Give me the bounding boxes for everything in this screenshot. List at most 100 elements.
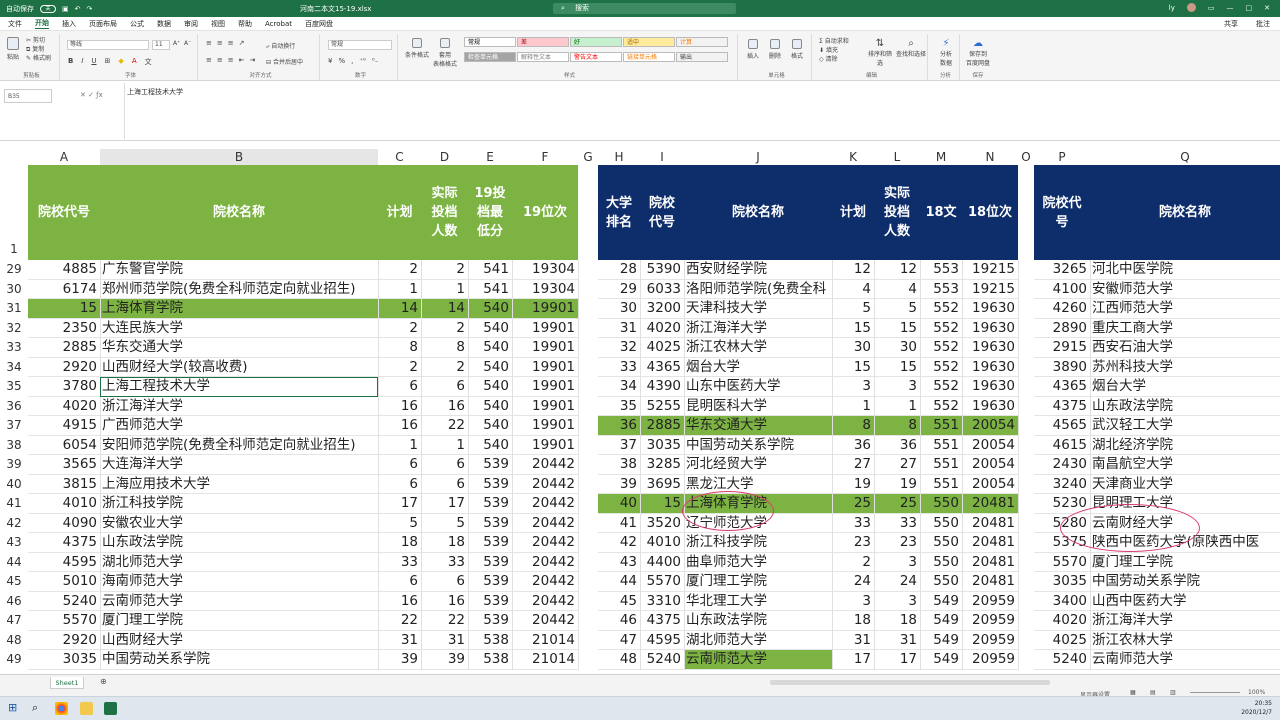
- mid-cell-n[interactable]: 19215: [962, 260, 1018, 280]
- row-header-36[interactable]: 36: [0, 399, 28, 413]
- left-cell-f[interactable]: 19901: [512, 397, 578, 416]
- currency-icon[interactable]: ¥: [328, 57, 332, 65]
- left-cell-e[interactable]: 539: [468, 533, 512, 553]
- left-cell-c[interactable]: 6: [378, 572, 421, 592]
- mid-cell-j[interactable]: 厦门理工学院: [684, 572, 832, 592]
- left-cell-a[interactable]: 4375: [28, 533, 100, 553]
- mid-cell-m[interactable]: 553: [920, 280, 962, 299]
- align-middle-icon[interactable]: ≡: [217, 39, 223, 47]
- cell-style-8[interactable]: 链接单元格: [623, 52, 675, 62]
- right-cell-q[interactable]: 湖北经济学院: [1090, 436, 1280, 455]
- tab-view[interactable]: 视图: [211, 19, 225, 29]
- mid-cell-k[interactable]: 1: [832, 397, 874, 416]
- left-cell-f[interactable]: 20442: [512, 455, 578, 475]
- column-header-c[interactable]: C: [378, 149, 421, 165]
- mid-cell-n[interactable]: 20481: [962, 553, 1018, 572]
- underline-icon[interactable]: U: [91, 57, 96, 67]
- merge-center-button[interactable]: ⊟ 合并后居中: [266, 57, 303, 66]
- left-cell-c[interactable]: 31: [378, 631, 421, 650]
- left-cell-d[interactable]: 5: [421, 514, 468, 533]
- left-cell-b[interactable]: 湖北师范大学: [100, 553, 378, 572]
- mid-cell-n[interactable]: 19630: [962, 319, 1018, 338]
- row-header-32[interactable]: 32: [0, 321, 28, 335]
- right-cell-p[interactable]: 3035: [1034, 572, 1090, 592]
- mid-cell-l[interactable]: 4: [874, 280, 920, 299]
- cell-style-1[interactable]: 差: [517, 37, 569, 47]
- right-cell-p[interactable]: 4615: [1034, 436, 1090, 455]
- mid-cell-l[interactable]: 12: [874, 260, 920, 280]
- mid-cell-k[interactable]: 5: [832, 299, 874, 319]
- find-select-button[interactable]: ⌕ 查找和选择: [896, 38, 926, 58]
- conditional-format-button[interactable]: 条件格式: [404, 38, 430, 59]
- mid-cell-h[interactable]: 41: [598, 514, 640, 533]
- column-header-m[interactable]: M: [920, 149, 962, 165]
- right-cell-p[interactable]: 3890: [1034, 358, 1090, 377]
- mid-cell-h[interactable]: 40: [598, 494, 640, 514]
- left-cell-a[interactable]: 3565: [28, 455, 100, 475]
- tab-acrobat[interactable]: Acrobat: [265, 20, 292, 28]
- name-box[interactable]: B35: [4, 89, 52, 103]
- left-cell-c[interactable]: 6: [378, 455, 421, 475]
- left-cell-b[interactable]: 厦门理工学院: [100, 611, 378, 631]
- right-cell-q[interactable]: 厦门理工学院: [1090, 553, 1280, 572]
- column-header-l[interactable]: L: [874, 149, 920, 165]
- right-cell-p[interactable]: 2890: [1034, 319, 1090, 338]
- left-cell-f[interactable]: 19901: [512, 299, 578, 319]
- row-header-42[interactable]: 42: [0, 516, 28, 530]
- left-cell-d[interactable]: 17: [421, 494, 468, 514]
- mid-cell-k[interactable]: 8: [832, 416, 874, 436]
- left-cell-e[interactable]: 539: [468, 455, 512, 475]
- left-cell-f[interactable]: 21014: [512, 650, 578, 670]
- left-cell-f[interactable]: 20442: [512, 475, 578, 494]
- avatar[interactable]: [1186, 3, 1196, 12]
- right-cell-q[interactable]: 安徽师范大学: [1090, 280, 1280, 299]
- left-cell-d[interactable]: 22: [421, 611, 468, 631]
- mid-cell-m[interactable]: 549: [920, 631, 962, 650]
- mid-cell-k[interactable]: 27: [832, 455, 874, 475]
- mid-cell-h[interactable]: 34: [598, 377, 640, 397]
- mid-cell-m[interactable]: 550: [920, 514, 962, 533]
- left-cell-b[interactable]: 上海应用技术大学: [100, 475, 378, 494]
- mid-cell-n[interactable]: 20959: [962, 592, 1018, 611]
- left-cell-c[interactable]: 5: [378, 514, 421, 533]
- left-cell-e[interactable]: 539: [468, 475, 512, 494]
- right-cell-p[interactable]: 3240: [1034, 475, 1090, 494]
- mid-cell-l[interactable]: 3: [874, 553, 920, 572]
- user-name[interactable]: ly: [1169, 4, 1175, 12]
- undo-icon[interactable]: ↶: [75, 5, 81, 13]
- mid-cell-j[interactable]: 云南师范大学: [684, 650, 832, 670]
- copy-button[interactable]: ⧉ 复制: [26, 45, 51, 54]
- left-cell-f[interactable]: 20442: [512, 592, 578, 611]
- share-button[interactable]: 共享: [1224, 19, 1238, 29]
- right-cell-q[interactable]: 河北中医学院: [1090, 260, 1280, 280]
- mid-cell-i[interactable]: 3200: [640, 299, 684, 319]
- mid-cell-n[interactable]: 20481: [962, 533, 1018, 553]
- paste-button[interactable]: 粘贴: [7, 37, 19, 61]
- mid-cell-n[interactable]: 19630: [962, 358, 1018, 377]
- mid-cell-i[interactable]: 4365: [640, 358, 684, 377]
- left-cell-e[interactable]: 540: [468, 397, 512, 416]
- left-cell-c[interactable]: 17: [378, 494, 421, 514]
- mid-cell-m[interactable]: 550: [920, 572, 962, 592]
- right-cell-q[interactable]: 烟台大学: [1090, 377, 1280, 397]
- left-cell-d[interactable]: 2: [421, 358, 468, 377]
- mid-cell-l[interactable]: 23: [874, 533, 920, 553]
- align-right-icon[interactable]: ≡: [228, 56, 234, 64]
- mid-cell-l[interactable]: 25: [874, 494, 920, 514]
- left-cell-f[interactable]: 20442: [512, 533, 578, 553]
- border-icon[interactable]: ⊞: [105, 57, 111, 67]
- left-cell-c[interactable]: 16: [378, 592, 421, 611]
- mid-cell-m[interactable]: 552: [920, 299, 962, 319]
- mid-cell-m[interactable]: 552: [920, 358, 962, 377]
- left-cell-c[interactable]: 14: [378, 299, 421, 319]
- mid-cell-j[interactable]: 华东交通大学: [684, 416, 832, 436]
- wrap-text-button[interactable]: ⤶ 自动换行: [266, 41, 295, 51]
- tab-baidu[interactable]: 百度网盘: [305, 19, 333, 29]
- mid-cell-i[interactable]: 3695: [640, 475, 684, 494]
- right-cell-p[interactable]: 4365: [1034, 377, 1090, 397]
- column-header-a[interactable]: A: [28, 149, 100, 165]
- left-cell-a[interactable]: 3035: [28, 650, 100, 670]
- spreadsheet-grid[interactable]: 1 A B C D E F G H I J K L M N O P Q 院校代号 院校名称 计划 实际 投档 人数 19投…: [0, 141, 1280, 674]
- page-layout-icon[interactable]: ▤: [1150, 689, 1156, 696]
- mid-header-j[interactable]: 院校名称: [684, 165, 832, 260]
